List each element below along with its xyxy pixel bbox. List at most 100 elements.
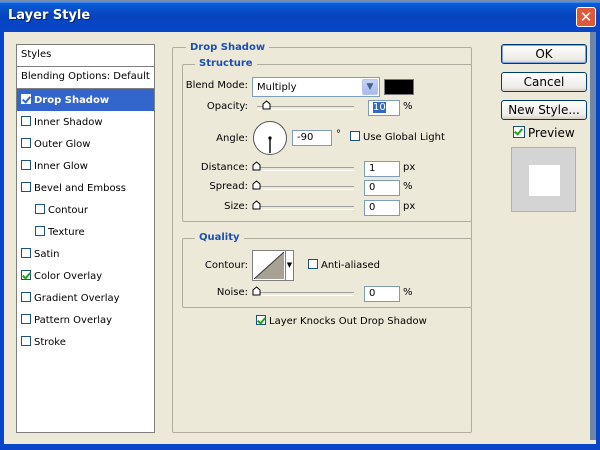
angle-dial[interactable] (252, 120, 288, 156)
spread-field[interactable]: 0 (364, 180, 400, 196)
blend-mode-select[interactable]: Multiply ▼ (252, 77, 380, 97)
use-global-light-checkbox[interactable]: Use Global Light (350, 131, 445, 143)
checkbox-icon[interactable] (21, 292, 31, 302)
style-item-label: Texture (48, 227, 85, 238)
style-item-label: Outer Glow (34, 139, 91, 150)
opacity-field[interactable]: 10 (368, 100, 400, 116)
style-item-label: Inner Shadow (34, 117, 103, 128)
dialog-bottom-edge (4, 440, 596, 444)
styles-list: Styles Blending Options: Default Drop Sh… (16, 44, 155, 433)
preview-label: Preview (528, 126, 575, 140)
knockout-label: Layer Knocks Out Drop Shadow (269, 316, 427, 327)
size-label: Size: (224, 201, 248, 212)
contour-preview-icon (254, 252, 284, 279)
distance-unit: px (403, 162, 416, 173)
distance-slider[interactable] (257, 167, 354, 171)
style-item-drop-shadow[interactable]: Drop Shadow (17, 89, 154, 111)
style-item-satin[interactable]: Satin (17, 243, 154, 265)
size-slider-thumb[interactable] (252, 200, 261, 210)
preview-checkbox[interactable]: Preview (513, 126, 575, 140)
checkbox-icon[interactable] (350, 131, 360, 141)
checkbox-icon[interactable] (308, 259, 318, 269)
checkbox-icon[interactable] (256, 315, 266, 325)
angle-label: Angle: (216, 133, 248, 144)
style-item-label: Gradient Overlay (34, 293, 120, 304)
noise-unit: % (403, 287, 413, 298)
style-item-label: Satin (34, 249, 60, 260)
structure-title: Structure (195, 58, 257, 69)
checkbox-icon[interactable] (21, 94, 31, 104)
opacity-slider[interactable] (257, 106, 354, 110)
quality-title: Quality (195, 232, 244, 243)
preview-swatch (511, 147, 576, 212)
style-item-color-overlay[interactable]: Color Overlay (17, 265, 154, 287)
angle-field[interactable]: -90 (292, 130, 332, 146)
styles-header[interactable]: Styles (17, 45, 154, 67)
noise-field[interactable]: 0 (364, 286, 400, 302)
size-slider[interactable] (257, 206, 354, 210)
style-item-label: Inner Glow (34, 161, 88, 172)
checkbox-icon[interactable] (21, 314, 31, 324)
checkbox-icon[interactable] (21, 270, 31, 280)
distance-slider-thumb[interactable] (252, 161, 261, 171)
style-item-label: Bevel and Emboss (34, 183, 126, 194)
checkbox-icon[interactable] (21, 160, 31, 170)
blending-options-item[interactable]: Blending Options: Default (17, 67, 154, 89)
shadow-color-swatch[interactable] (384, 79, 414, 95)
style-item-gradient-overlay[interactable]: Gradient Overlay (17, 287, 154, 309)
use-global-light-label: Use Global Light (363, 132, 445, 143)
style-item-contour[interactable]: Contour (17, 199, 154, 221)
chevron-down-icon[interactable]: ▼ (362, 79, 378, 95)
style-item-inner-shadow[interactable]: Inner Shadow (17, 111, 154, 133)
checkbox-icon[interactable] (21, 182, 31, 192)
anti-aliased-label: Anti-aliased (321, 260, 381, 271)
style-item-label: Stroke (34, 337, 66, 348)
blend-mode-value: Multiply (257, 82, 297, 93)
opacity-unit: % (403, 101, 413, 112)
style-item-outer-glow[interactable]: Outer Glow (17, 133, 154, 155)
contour-label: Contour: (204, 260, 248, 271)
style-item-texture[interactable]: Texture (17, 221, 154, 243)
anti-aliased-checkbox[interactable]: Anti-aliased (308, 259, 380, 271)
spread-slider-thumb[interactable] (252, 180, 261, 190)
style-item-label: Color Overlay (34, 271, 103, 282)
opacity-value: 10 (373, 102, 386, 113)
spread-label: Spread: (209, 181, 248, 192)
window-frame-right (596, 32, 600, 450)
noise-slider-thumb[interactable] (252, 286, 261, 296)
checkbox-icon[interactable] (21, 336, 31, 346)
spread-slider[interactable] (257, 186, 354, 190)
degree-unit: ° (336, 129, 341, 140)
close-icon[interactable]: ✕ (576, 7, 596, 27)
checkbox-icon[interactable] (35, 226, 45, 236)
knockout-checkbox[interactable]: Layer Knocks Out Drop Shadow (256, 315, 427, 327)
style-item-label: Contour (48, 205, 88, 216)
blend-mode-label: Blend Mode: (185, 80, 248, 91)
contour-dropdown-icon[interactable]: ▼ (285, 251, 293, 280)
checkbox-icon[interactable] (21, 116, 31, 126)
distance-label: Distance: (200, 162, 248, 173)
spread-unit: % (403, 181, 413, 192)
ok-button[interactable]: OK (501, 44, 587, 64)
style-item-label: Pattern Overlay (34, 315, 113, 326)
style-item-pattern-overlay[interactable]: Pattern Overlay (17, 309, 154, 331)
drop-shadow-title: Drop Shadow (186, 42, 270, 53)
style-item-stroke[interactable]: Stroke (17, 331, 154, 353)
style-item-inner-glow[interactable]: Inner Glow (17, 155, 154, 177)
checkbox-icon[interactable] (21, 248, 31, 258)
style-item-label: Drop Shadow (34, 95, 110, 106)
noise-slider[interactable] (257, 292, 354, 296)
contour-picker[interactable]: ▼ (252, 250, 294, 281)
distance-field[interactable]: 1 (364, 161, 400, 177)
opacity-slider-thumb[interactable] (262, 100, 271, 110)
style-item-bevel-and-emboss[interactable]: Bevel and Emboss (17, 177, 154, 199)
checkbox-icon[interactable] (513, 126, 525, 138)
opacity-label: Opacity: (206, 101, 248, 112)
size-field[interactable]: 0 (364, 200, 400, 216)
new-style-button[interactable]: New Style... (501, 100, 587, 120)
window-frame-left (0, 32, 4, 450)
cancel-button[interactable]: Cancel (501, 72, 587, 92)
window-title: Layer Style (8, 8, 91, 23)
checkbox-icon[interactable] (35, 204, 45, 214)
checkbox-icon[interactable] (21, 138, 31, 148)
